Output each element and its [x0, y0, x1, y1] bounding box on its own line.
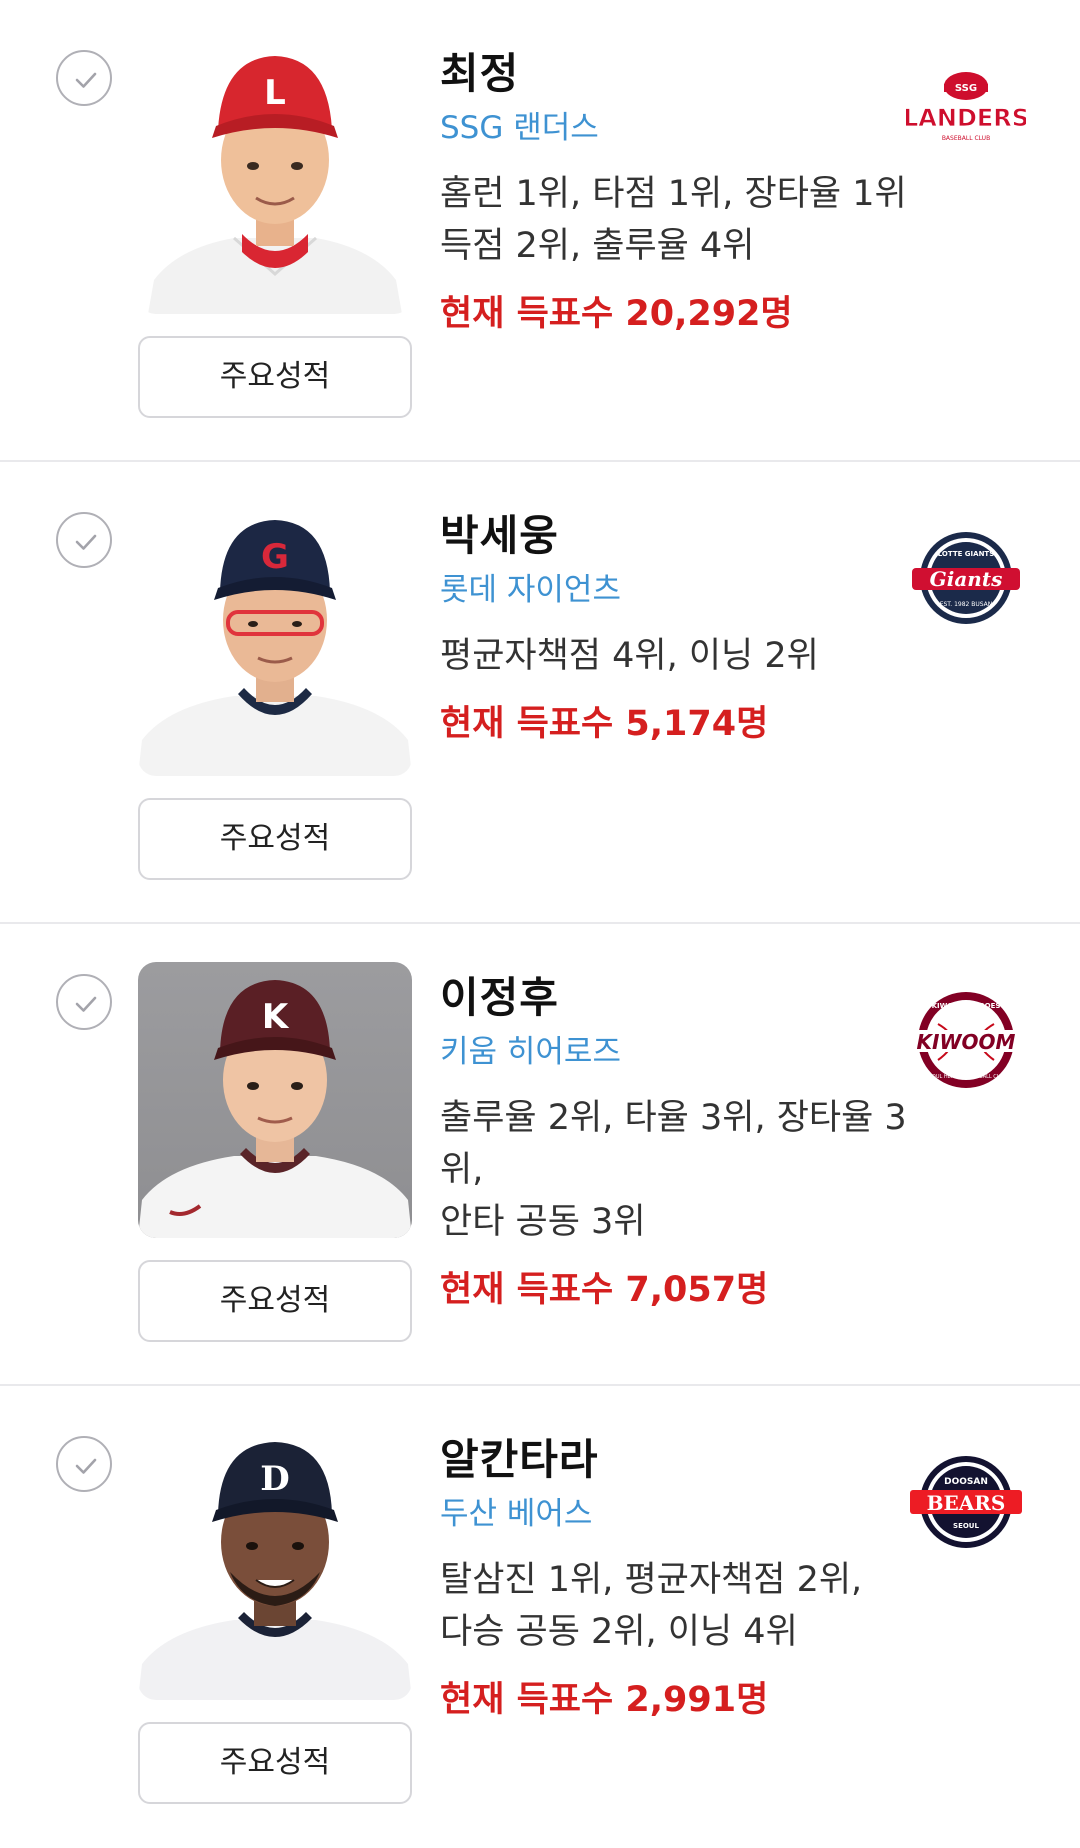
player-name: 박세웅	[440, 511, 559, 560]
stats-button[interactable]: 주요성적	[138, 336, 412, 418]
logo-text-main: Giants	[930, 567, 1003, 591]
logo-text-main: BEARS	[927, 1491, 1006, 1515]
check-icon	[75, 534, 97, 550]
select-checkbox[interactable]	[56, 1436, 112, 1492]
team-name: 키움 히어로즈	[440, 1034, 621, 1070]
team-name: 롯데 자이언츠	[440, 572, 621, 608]
player-card: D 주요성적 알칸타라 두산 베어스 탈삼진 1위, 평균자책점 2위, 다승 …	[0, 1386, 1080, 1848]
cap-logo: D	[260, 1459, 289, 1499]
player-name: 알칸타라	[440, 1435, 599, 1484]
player-card: L 주요성적 최정 SSG 랜더스 홈런 1위, 타점 1위, 장타율 1위 득…	[0, 0, 1080, 462]
player-records: 홈런 1위, 타점 1위, 장타율 1위 득점 2위, 출루율 4위	[440, 174, 907, 266]
logo-text-sub: SEOUL	[953, 1522, 979, 1530]
cap-logo: K	[262, 997, 290, 1037]
cap-logo: G	[261, 537, 289, 577]
player-records: 평균자책점 4위, 이닝 2위	[440, 636, 819, 676]
logo-text-top: KIWOOM HEROES	[932, 1002, 1001, 1010]
player-photo: D	[138, 1424, 412, 1700]
cap-logo: L	[264, 73, 286, 113]
player-photo: G	[138, 500, 412, 776]
team-name: 두산 베어스	[440, 1496, 593, 1532]
stats-button[interactable]: 주요성적	[138, 1722, 412, 1804]
logo-text-top: DOOSAN	[944, 1477, 988, 1487]
player-info: 최정 SSG 랜더스 홈런 1위, 타점 1위, 장타율 1위 득점 2위, 출…	[440, 46, 910, 340]
player-name: 최정	[440, 49, 520, 98]
select-checkbox[interactable]	[56, 512, 112, 568]
lotte-giants-logo: LOTTE GIANTS Giants EST. 1982 BUSAN	[906, 518, 1026, 638]
check-icon	[75, 1458, 97, 1474]
player-records: 탈삼진 1위, 평균자책점 2위, 다승 공동 2위, 이닝 4위	[440, 1560, 863, 1652]
logo-text-main: KIWOOM	[917, 1030, 1016, 1054]
player-card: G 주요성적 박세웅 롯데 자이언츠 평균자책점 4위, 이닝 2위 현재 득표…	[0, 462, 1080, 924]
logo-text-top: SSG	[955, 83, 977, 94]
stats-button[interactable]: 주요성적	[138, 1260, 412, 1342]
logo-text-sub: SEOUL HEROES BASEBALL CLUB	[926, 1074, 1007, 1080]
team-name: SSG 랜더스	[440, 110, 599, 146]
ssg-landers-logo: SSG LANDERS BASEBALL CLUB	[906, 56, 1026, 176]
vote-count: 현재 득표수 7,057명	[440, 1270, 769, 1310]
vote-count: 현재 득표수 20,292명	[440, 294, 793, 334]
player-records: 출루율 2위, 타율 3위, 장타율 3위, 안타 공동 3위	[440, 1098, 907, 1242]
stats-button[interactable]: 주요성적	[138, 798, 412, 880]
select-checkbox[interactable]	[56, 974, 112, 1030]
player-name: 이정후	[440, 973, 559, 1022]
check-icon	[75, 996, 97, 1012]
doosan-bears-logo: DOOSAN BEARS SEOUL	[906, 1442, 1026, 1562]
player-info: 이정후 키움 히어로즈 출루율 2위, 타율 3위, 장타율 3위, 안타 공동…	[440, 970, 910, 1316]
player-card: K 주요성적 이정후 키움 히어로즈 출루율 2위, 타율 3위, 장타율 3위…	[0, 924, 1080, 1386]
logo-text-top: LOTTE GIANTS	[938, 550, 995, 558]
logo-text-sub: BASEBALL CLUB	[942, 135, 990, 142]
select-checkbox[interactable]	[56, 50, 112, 106]
player-vote-list: L 주요성적 최정 SSG 랜더스 홈런 1위, 타점 1위, 장타율 1위 득…	[0, 0, 1080, 1848]
check-icon	[75, 72, 97, 88]
player-photo: K	[138, 962, 412, 1238]
kiwoom-heroes-logo: KIWOOM HEROES KIWOOM SEOUL HEROES BASEBA…	[906, 980, 1026, 1100]
logo-text-sub: EST. 1982 BUSAN	[940, 601, 993, 608]
player-photo: L	[138, 38, 412, 314]
player-info: 알칸타라 두산 베어스 탈삼진 1위, 평균자책점 2위, 다승 공동 2위, …	[440, 1432, 910, 1726]
logo-text-main: LANDERS	[906, 104, 1026, 132]
vote-count: 현재 득표수 2,991명	[440, 1680, 769, 1720]
vote-count: 현재 득표수 5,174명	[440, 704, 769, 744]
player-info: 박세웅 롯데 자이언츠 평균자책점 4위, 이닝 2위 현재 득표수 5,174…	[440, 508, 910, 750]
